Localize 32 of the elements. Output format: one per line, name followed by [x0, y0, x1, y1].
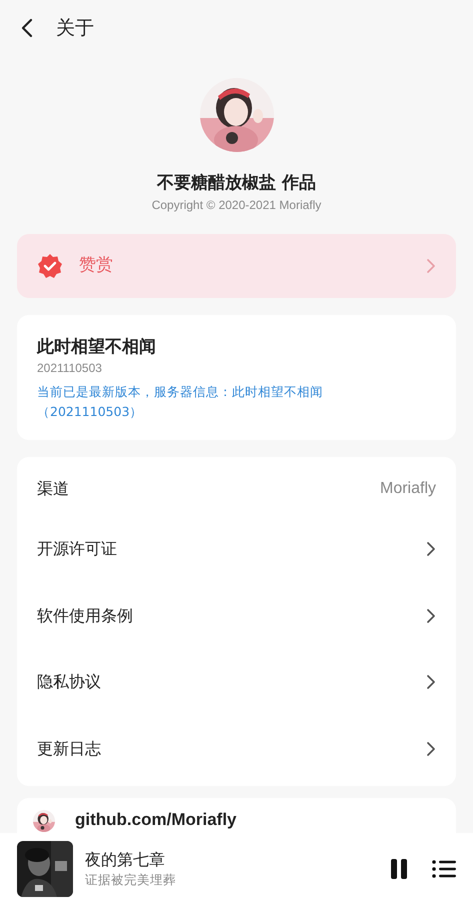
pause-icon[interactable] — [390, 858, 408, 880]
update-status: 当前已是最新版本，服务器信息：此时相望不相闻（2021110503） — [37, 383, 324, 421]
version-code: 2021110503 — [37, 360, 103, 377]
playlist-icon[interactable] — [432, 859, 456, 879]
github-link: github.com/Moriafly — [75, 810, 236, 829]
row-value: Moriafly — [380, 478, 436, 498]
chevron-right-icon — [426, 608, 436, 624]
settings-row[interactable]: 隐私协议 — [17, 649, 456, 716]
song-title: 夜的第七章 — [85, 849, 166, 871]
chevron-right-icon — [426, 674, 436, 690]
chevron-right-icon — [426, 541, 436, 558]
song-artist-line: 证据被完美埋葬 — [85, 871, 177, 889]
version-name: 此时相望不相闻 — [37, 336, 157, 359]
row-label: 更新日志 — [37, 738, 102, 760]
back-icon[interactable] — [20, 17, 34, 39]
settings-row[interactable]: 更新日志 — [17, 716, 456, 782]
chevron-right-icon — [426, 258, 436, 274]
copyright-text: Copyright © 2020-2021 Moriafly — [152, 197, 322, 214]
verified-badge-icon — [37, 253, 63, 279]
row-label: 开源许可证 — [37, 538, 118, 560]
player-bar[interactable]: 夜的第七章 证据被完美埋葬 — [0, 833, 473, 905]
chevron-right-icon — [426, 740, 436, 757]
page-title: 关于 — [56, 16, 94, 41]
github-card[interactable]: github.com/Moriafly — [17, 798, 456, 833]
reward-label: 赞赏 — [79, 254, 114, 278]
row-label: 软件使用条例 — [37, 604, 134, 627]
row-label: 渠道 — [37, 478, 70, 500]
settings-row[interactable]: 软件使用条例 — [17, 582, 456, 649]
settings-row[interactable]: 渠道 Moriafly — [17, 461, 456, 516]
author-credit: 不要糖醋放椒盐 作品 — [157, 172, 316, 194]
row-label: 隐私协议 — [37, 671, 102, 694]
settings-row[interactable]: 开源许可证 — [17, 516, 456, 582]
